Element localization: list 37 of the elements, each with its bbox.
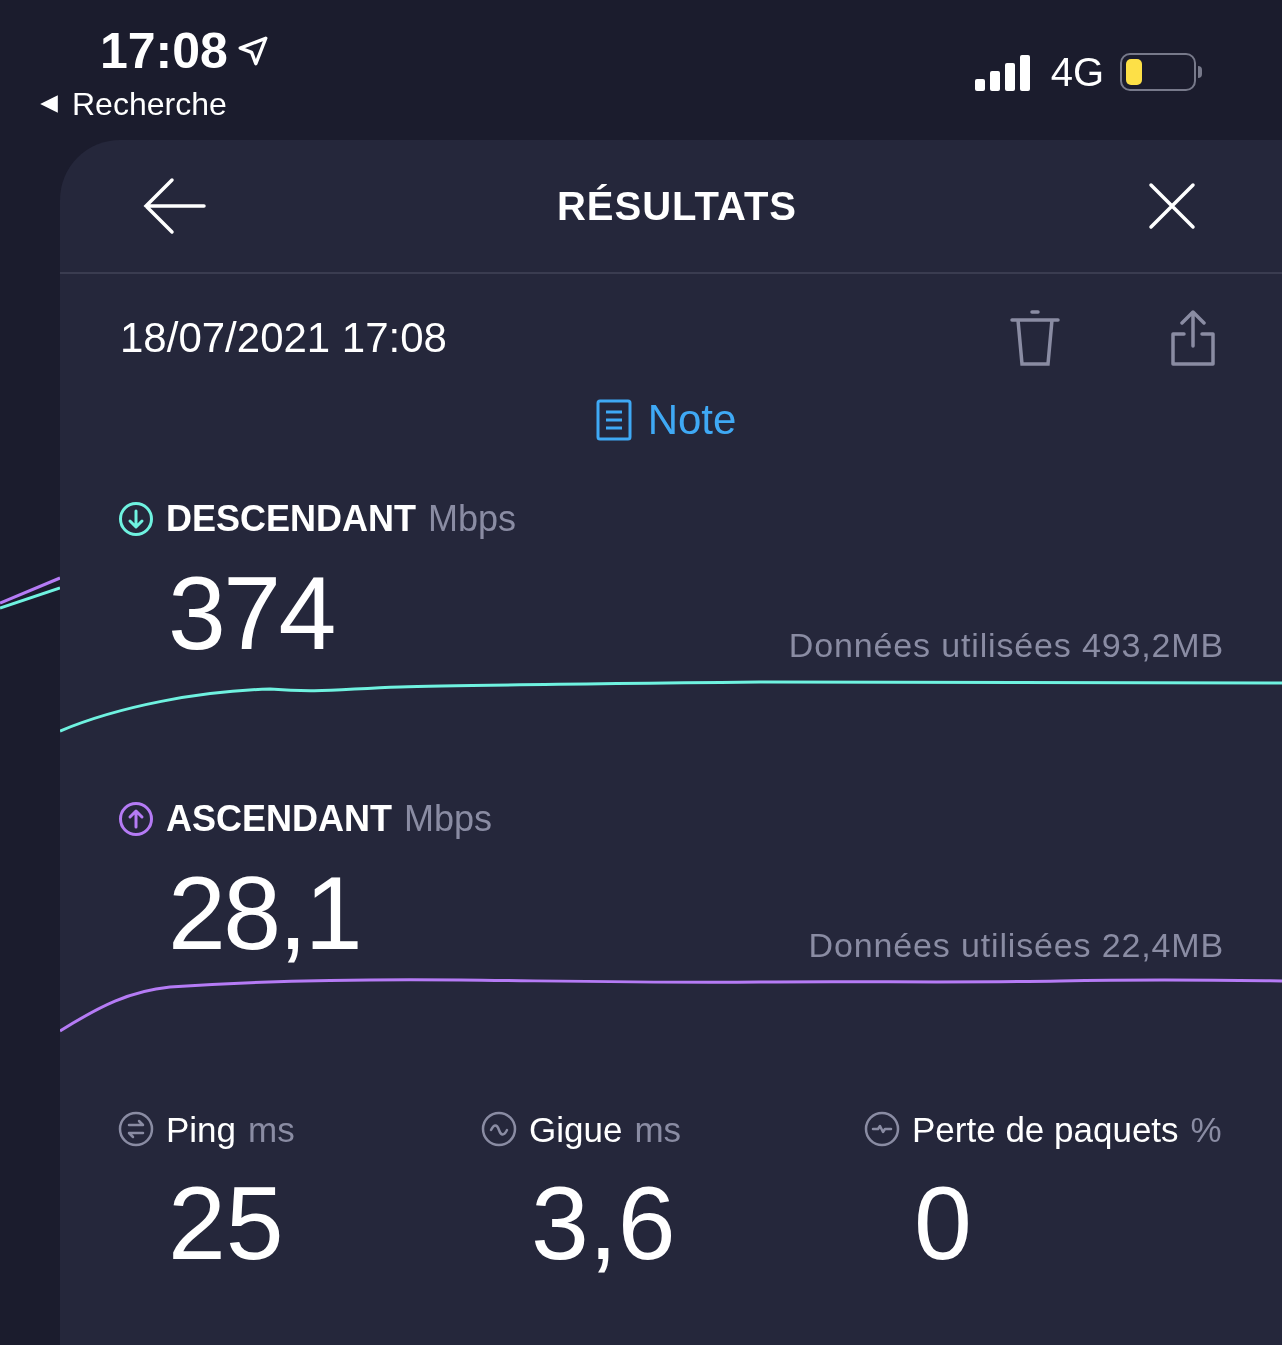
wave-circle-icon bbox=[481, 1111, 517, 1147]
pulse-circle-icon bbox=[864, 1111, 900, 1147]
metric-unit: % bbox=[1190, 1111, 1222, 1147]
data-used: Données utilisées 493,2MB bbox=[788, 625, 1224, 666]
metric-value: 3,6 bbox=[530, 1164, 677, 1275]
back-triangle-icon bbox=[38, 93, 60, 115]
test-date: 18/07/2021 17:08 bbox=[120, 313, 447, 363]
speed-unit: Mbps bbox=[404, 801, 493, 837]
note-document-icon bbox=[595, 399, 632, 441]
network-type: 4G bbox=[1050, 52, 1104, 92]
battery-icon bbox=[1120, 53, 1202, 91]
down-arrow-circle-icon bbox=[118, 501, 154, 537]
share-button[interactable] bbox=[1170, 309, 1216, 366]
close-icon bbox=[1148, 182, 1196, 230]
data-used: Données utilisées 22,4MB bbox=[808, 925, 1224, 966]
speed-value: 374 bbox=[168, 554, 334, 671]
metric-label: Perte de paquets bbox=[912, 1111, 1179, 1147]
metric-unit: ms bbox=[634, 1111, 682, 1147]
speed-label: ASCENDANT bbox=[166, 801, 392, 837]
metric-value: 25 bbox=[167, 1164, 285, 1275]
metric-label: Gigue bbox=[529, 1111, 623, 1147]
clock-time: 17:08 bbox=[100, 26, 228, 76]
page-title: RÉSULTATS bbox=[556, 183, 798, 230]
speed-label: DESCENDANT bbox=[166, 501, 416, 537]
delete-button[interactable] bbox=[1010, 309, 1060, 366]
back-arrow-icon bbox=[142, 176, 206, 236]
back-to-app-link[interactable]: Recherche bbox=[38, 88, 270, 120]
metric-unit: ms bbox=[248, 1111, 295, 1147]
speed-value: 28,1 bbox=[168, 854, 360, 971]
metric-value: 0 bbox=[913, 1164, 973, 1275]
metric-label: Ping bbox=[166, 1111, 237, 1147]
up-arrow-circle-icon bbox=[118, 801, 154, 837]
note-button[interactable]: Note bbox=[595, 399, 737, 441]
share-icon bbox=[1170, 309, 1216, 366]
speed-unit: Mbps bbox=[428, 501, 517, 537]
trash-icon bbox=[1010, 309, 1060, 366]
arrows-circle-icon bbox=[118, 1111, 154, 1147]
